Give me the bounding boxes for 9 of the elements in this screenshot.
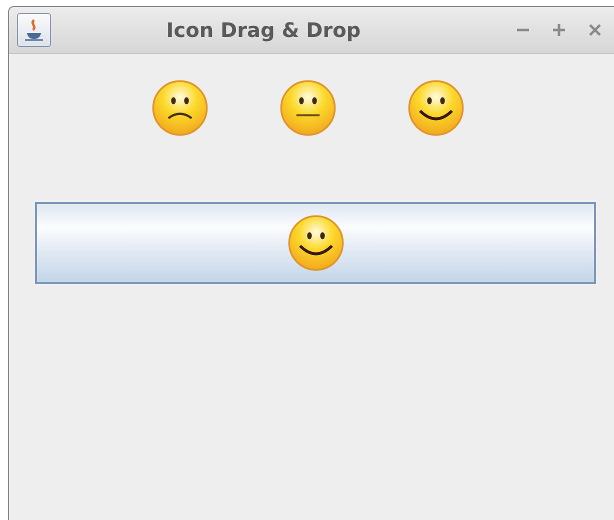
sad-face-icon xyxy=(150,79,208,137)
drop-target-button[interactable] xyxy=(35,202,596,284)
window-title: Icon Drag & Drop xyxy=(165,18,362,42)
close-icon[interactable] xyxy=(588,23,602,37)
coffee-cup-icon[interactable] xyxy=(17,13,51,47)
neutral-face-icon xyxy=(278,79,336,137)
maximize-icon[interactable] xyxy=(552,23,566,37)
smiley-face-icon xyxy=(406,79,464,137)
smiley-face-icon xyxy=(286,214,344,272)
